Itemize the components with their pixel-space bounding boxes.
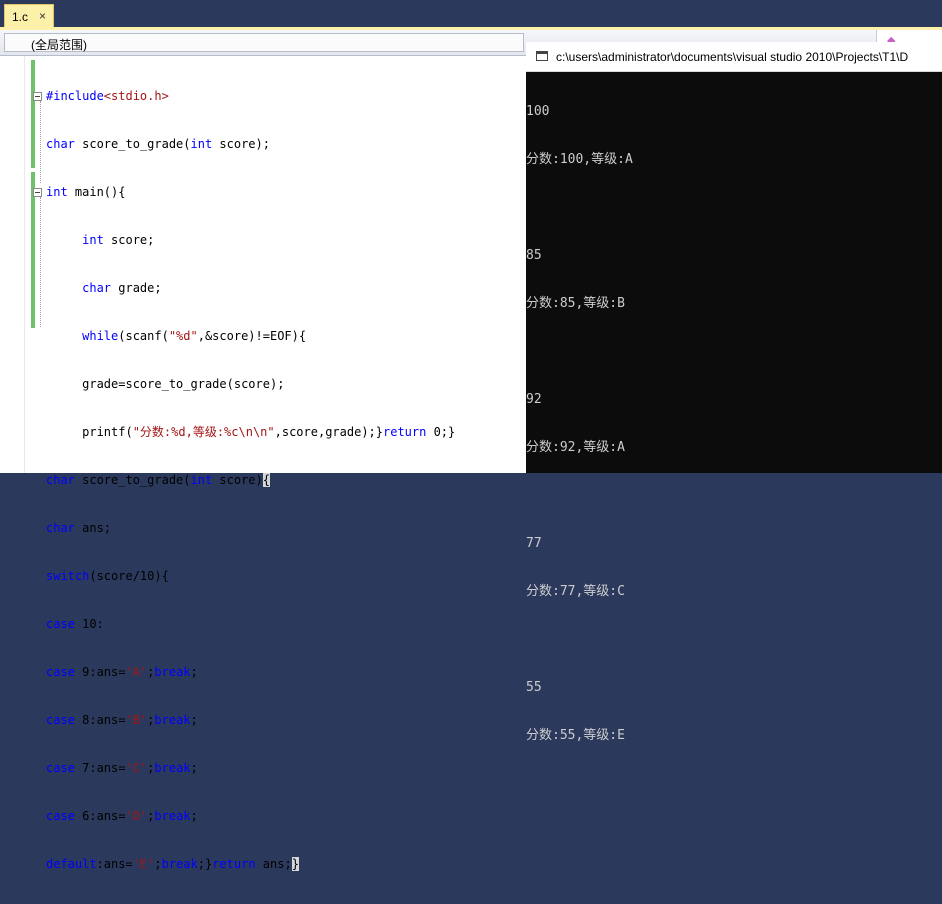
code-line: default:ans='E';break;}return ans;}	[46, 857, 299, 871]
code-line: switch(score/10){	[46, 569, 169, 583]
tab-1-c[interactable]: 1.c ×	[4, 4, 54, 28]
scope-dropdown[interactable]: (全局范围)	[4, 33, 524, 52]
code-line: char score_to_grade(int score);	[46, 137, 270, 151]
scope-label: (全局范围)	[31, 38, 87, 52]
matched-brace: }	[291, 857, 299, 871]
console-line: 分数:55,等级:E	[526, 728, 625, 743]
console-window-icon	[536, 51, 548, 61]
console-window[interactable]: c:\users\administrator\documents\visual …	[526, 42, 942, 743]
console-line: 分数:92,等级:A	[526, 440, 625, 455]
outline-guide	[40, 197, 41, 327]
code-line: printf("分数:%d,等级:%c\n\n",score,grade);}r…	[46, 425, 456, 439]
console-output: 100 分数:100,等级:A 85 分数:85,等级:B 92 分数:92,等…	[526, 72, 633, 776]
document-tab-strip: 1.c ×	[0, 0, 942, 28]
outline-guide	[40, 101, 41, 183]
code-line: case 9:ans='A';break;	[46, 665, 198, 679]
code-line: char grade;	[82, 281, 162, 295]
close-icon[interactable]: ×	[39, 9, 46, 23]
code-line: case 7:ans='C';break;	[46, 761, 198, 775]
code-text: #include<stdio.h> char score_to_grade(in…	[46, 56, 455, 904]
code-editor[interactable]: #include<stdio.h> char score_to_grade(in…	[0, 56, 526, 871]
console-line: 92	[526, 392, 542, 407]
collapse-box-icon[interactable]	[33, 188, 42, 197]
console-titlebar[interactable]: c:\users\administrator\documents\visual …	[526, 42, 942, 72]
saved-change-bar	[31, 60, 35, 168]
code-line: case 10:	[46, 617, 104, 631]
console-line: 分数:85,等级:B	[526, 296, 625, 311]
code-line: char score_to_grade(int score){	[46, 473, 270, 487]
console-line: 55	[526, 680, 542, 695]
code-line: case 6:ans='D';break;	[46, 809, 198, 823]
console-line: 77	[526, 536, 542, 551]
preprocessor-token: #include	[46, 89, 104, 103]
console-line: 100	[526, 104, 550, 119]
code-line: char ans;	[46, 521, 112, 535]
tab-label: 1.c	[12, 10, 29, 24]
console-title: c:\users\administrator\documents\visual …	[556, 50, 909, 64]
selection-margin	[24, 56, 25, 473]
code-line: while(scanf("%d",&score)!=EOF){	[82, 329, 307, 343]
code-line: #include<stdio.h>	[46, 88, 455, 104]
console-line: 分数:77,等级:C	[526, 584, 625, 599]
code-line: grade=score_to_grade(score);	[46, 377, 285, 391]
collapse-box-icon[interactable]	[33, 92, 42, 101]
code-line: int score;	[82, 233, 155, 247]
include-path-token: <stdio.h>	[103, 89, 169, 103]
code-line: int main(){	[46, 185, 126, 199]
code-line: case 8:ans='B';break;	[46, 713, 198, 727]
console-line: 85	[526, 248, 542, 263]
console-line: 分数:100,等级:A	[526, 152, 633, 167]
matched-brace: {	[262, 473, 270, 487]
